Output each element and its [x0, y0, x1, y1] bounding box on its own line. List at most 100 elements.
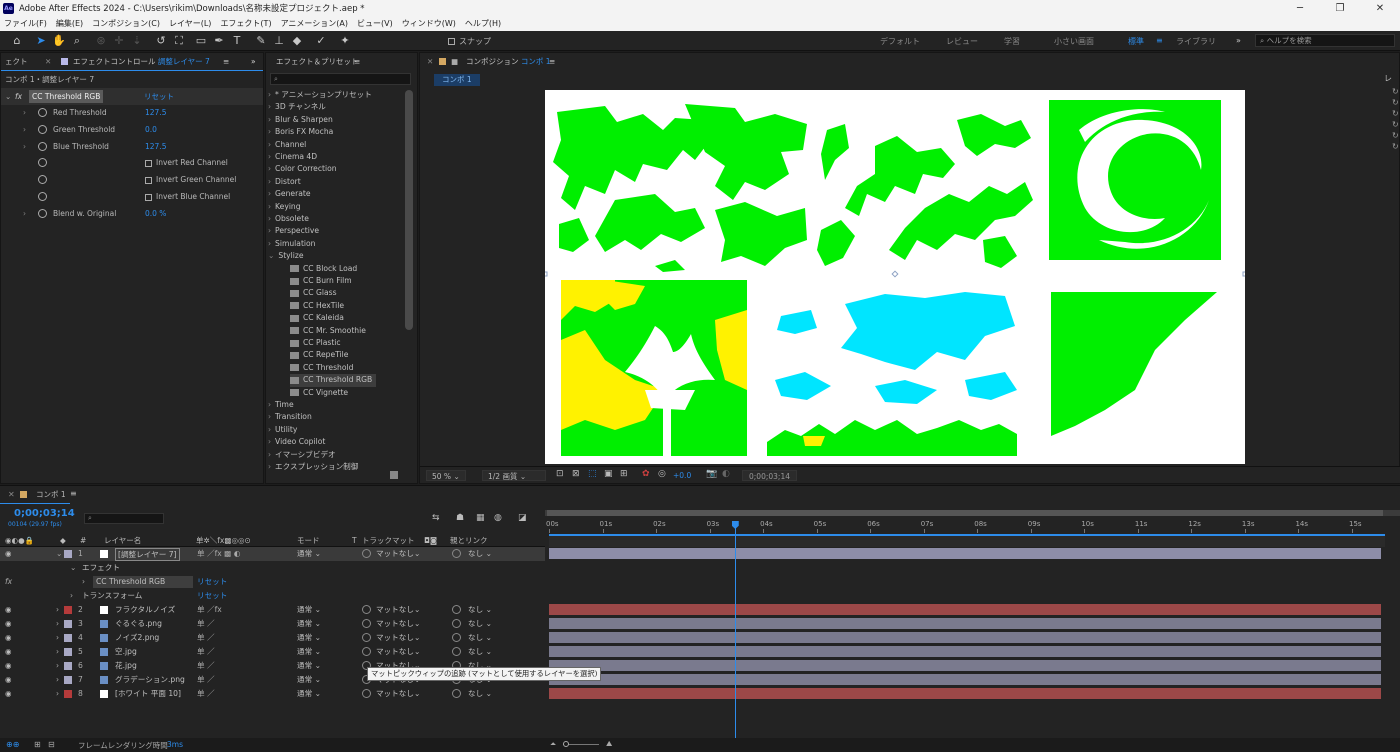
panel-menu-icon[interactable]: ≡ [223, 53, 229, 70]
chevron-right-icon[interactable]: › [268, 90, 271, 99]
effect-item[interactable]: CC Burn Film [290, 275, 352, 287]
layer-switches[interactable]: 单 ／ [197, 631, 215, 645]
effect-item[interactable]: CC Mr. Smoothie [290, 325, 366, 337]
layer-row[interactable]: ◉ › 8 [ホワイト 平面 10] 单 ／ 通常 ⌄ マットなし⌄ なし ⌄ [0, 687, 545, 701]
home-icon[interactable]: ⌂ [10, 34, 24, 48]
roto-brush-icon[interactable]: ✓ [314, 34, 328, 48]
workspace-review[interactable]: レビュー [946, 36, 978, 47]
label-color[interactable] [64, 662, 72, 670]
selection-tool-icon[interactable]: ➤ [34, 34, 48, 48]
move-tool-icon[interactable]: ✛ [112, 34, 126, 48]
invert-green-checkbox[interactable] [145, 176, 152, 184]
layer-bar[interactable] [549, 688, 1381, 699]
label-color[interactable] [64, 550, 72, 558]
dolly-tool-icon[interactable]: ⇣ [130, 34, 144, 48]
label-color[interactable] [64, 606, 72, 614]
zoom-out-icon[interactable]: ⏶ [550, 739, 556, 749]
clone-stamp-icon[interactable]: ⊥ [272, 34, 286, 48]
render-status-icon[interactable]: ⊕⊕ [6, 740, 19, 749]
panel-menu-icon[interactable]: ≡ [70, 489, 77, 498]
current-timecode[interactable]: 0;00;03;14 [14, 508, 75, 519]
layer-name[interactable]: 花.jpg [115, 659, 137, 673]
parent-pickwhip-icon[interactable] [452, 689, 461, 698]
menu-item[interactable]: アニメーション(A) [281, 18, 348, 29]
t-header[interactable]: T [352, 534, 357, 547]
parent-dropdown[interactable]: なし ⌄ [468, 603, 492, 617]
close-icon[interactable]: ✕ [1360, 3, 1400, 14]
snap-toggle[interactable]: スナップ [448, 36, 491, 47]
green-threshold-value[interactable]: 0.0 [145, 121, 157, 138]
layer-bar[interactable] [549, 632, 1381, 643]
category-item[interactable]: › Cinema 4D [268, 151, 317, 163]
minimize-icon[interactable]: ─ [1280, 3, 1320, 14]
effect-name[interactable]: CC Threshold RGB [29, 90, 104, 103]
exposure-reset-icon[interactable]: ◎ [658, 469, 666, 479]
effect-reset-button[interactable]: リセット [144, 88, 174, 105]
label-color[interactable] [64, 648, 72, 656]
chevron-right-icon[interactable]: › [23, 121, 26, 138]
stopwatch-icon[interactable] [38, 142, 47, 151]
visibility-eye-icon[interactable]: ◉ [5, 673, 12, 687]
workspace-menu-icon[interactable]: ≡ [1156, 36, 1163, 45]
layer-bar[interactable] [549, 604, 1381, 615]
rotate-icon[interactable]: ↻ [1392, 130, 1400, 141]
effects-scrollbar[interactable] [405, 90, 413, 330]
layer-switches[interactable]: 单 ／ [197, 617, 215, 631]
frame-blending-icon[interactable]: ▦ [476, 513, 485, 523]
fx-icon[interactable]: fx [5, 575, 12, 589]
stopwatch-icon[interactable] [38, 108, 47, 117]
label-color[interactable] [64, 676, 72, 684]
show-snapshot-icon[interactable]: ◐ [722, 469, 730, 479]
new-bin-icon[interactable] [390, 471, 398, 479]
layer-bar-adjustment[interactable] [549, 548, 1381, 559]
chevron-right-icon[interactable]: › [268, 412, 271, 421]
matte-pickwhip-icon[interactable] [362, 549, 371, 558]
visibility-eye-icon[interactable]: ◉ [5, 659, 12, 673]
stopwatch-icon[interactable] [38, 192, 47, 201]
menu-item[interactable]: ヘルプ(H) [465, 18, 501, 29]
chevron-right-icon[interactable]: › [268, 140, 271, 149]
playhead-handle[interactable] [731, 521, 739, 529]
graph-editor-icon[interactable]: ◪ [518, 513, 527, 523]
workspace-small-screen[interactable]: 小さい画面 [1054, 36, 1094, 47]
left-hidden-tab[interactable]: ェクト [5, 53, 28, 70]
guides-icon[interactable]: ⊞ [620, 469, 628, 479]
layer-name[interactable]: ぐるぐる.png [115, 617, 162, 631]
visibility-eye-icon[interactable]: ◉ [5, 631, 12, 645]
menu-item[interactable]: ビュー(V) [357, 18, 393, 29]
close-tab-icon[interactable]: ✕ [45, 53, 51, 70]
menu-item[interactable]: エフェクト(T) [220, 18, 271, 29]
workspace-libraries[interactable]: ライブラリ [1176, 36, 1216, 47]
effects-presets-tab[interactable]: エフェクト＆プリセット [276, 53, 359, 70]
effect-name[interactable]: CC Threshold RGB [93, 576, 193, 588]
motion-blur-icon[interactable]: ◍ [494, 513, 502, 523]
channel-icon[interactable]: ✿ [642, 469, 650, 479]
category-item[interactable]: › 3D チャンネル [268, 101, 326, 113]
chevron-right-icon[interactable]: › [268, 127, 271, 136]
blue-threshold-value[interactable]: 127.5 [145, 138, 166, 155]
track-matte-dropdown[interactable]: マットなし⌄ [376, 631, 420, 645]
blend-value[interactable]: 0.0 % [145, 205, 166, 222]
category-item[interactable]: › Blur & Sharpen [268, 114, 333, 126]
effect-collapse-icon[interactable]: ⌄ [5, 88, 11, 105]
composition-viewer[interactable] [545, 90, 1245, 464]
visibility-eye-icon[interactable]: ◉ [5, 603, 12, 617]
category-item[interactable]: › Perspective [268, 225, 319, 237]
invert-blue-checkbox[interactable] [145, 193, 152, 201]
menu-item[interactable]: ファイル(F) [4, 18, 47, 29]
chevron-right-icon[interactable]: › [70, 589, 73, 603]
category-item[interactable]: › Obsolete [268, 213, 309, 225]
category-item[interactable]: › Channel [268, 139, 306, 151]
layer-switches[interactable]: 单 ／fx ▩ ◐ [197, 547, 240, 561]
label-color[interactable] [64, 690, 72, 698]
category-item[interactable]: › Video Copilot [268, 436, 325, 448]
track-matte-dropdown[interactable]: マットなし⌄ [376, 645, 420, 659]
rectangle-tool-icon[interactable]: ▭ [194, 34, 208, 48]
chevron-right-icon[interactable]: › [268, 189, 271, 198]
parent-dropdown[interactable]: なし ⌄ [468, 687, 492, 701]
navigator-range[interactable] [547, 510, 1383, 516]
help-search-input[interactable]: ⌕ ヘルプを検索 [1255, 34, 1395, 47]
zoom-in-icon[interactable]: ⛰ [606, 739, 612, 749]
parent-dropdown[interactable]: なし ⌄ [468, 645, 492, 659]
layer-switches[interactable]: 单 ／ [197, 673, 215, 687]
